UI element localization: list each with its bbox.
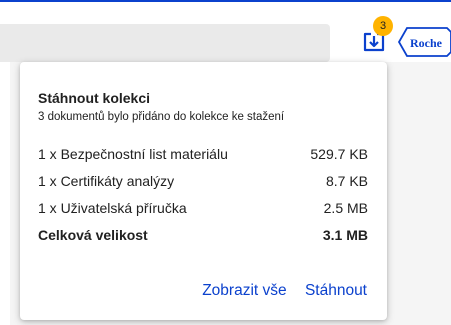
document-size: 2.5 MB	[323, 200, 368, 216]
download-button[interactable]: Stáhnout	[305, 282, 367, 299]
list-item: 1 x Certifikáty analýzy 8.7 KB	[38, 173, 368, 193]
popover-subtitle: 3 dokumentů bylo přidáno do kolekce ke s…	[38, 111, 285, 123]
logo-text: Roche	[410, 36, 443, 50]
popover-title: Stáhnout kolekci	[38, 90, 151, 106]
document-size: 529.7 KB	[310, 146, 368, 162]
document-name: 1 x Certifikáty analýzy	[38, 173, 175, 189]
total-size-row: Celková velikost 3.1 MB	[38, 227, 368, 247]
left-panel	[0, 62, 10, 325]
list-item: 1 x Uživatelská příručka 2.5 MB	[38, 200, 368, 220]
total-label: Celková velikost	[38, 227, 148, 243]
popover-actions: Zobrazit vše Stáhnout	[202, 282, 367, 300]
total-size: 3.1 MB	[322, 227, 368, 243]
show-all-button[interactable]: Zobrazit vše	[202, 282, 286, 299]
search-input[interactable]	[0, 24, 330, 62]
app-header: 3 Roche	[0, 0, 451, 62]
download-collection-popover: Stáhnout kolekci 3 dokumentů bylo přidán…	[20, 62, 387, 320]
roche-logo[interactable]: Roche	[397, 26, 451, 58]
document-name: 1 x Bezpečnostní list materiálu	[38, 146, 228, 162]
document-name: 1 x Uživatelská příručka	[38, 200, 187, 216]
document-size: 8.7 KB	[325, 173, 368, 189]
download-count-badge: 3	[373, 16, 393, 36]
list-item: 1 x Bezpečnostní list materiálu 529.7 KB	[38, 146, 368, 166]
